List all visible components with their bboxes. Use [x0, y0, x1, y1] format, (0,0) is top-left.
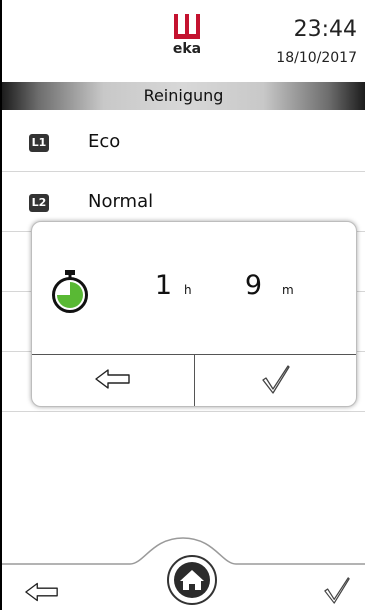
program-label: Normal: [88, 191, 154, 212]
page-title: Reinigung: [2, 82, 365, 110]
checkmark-icon: [323, 575, 351, 609]
back-button[interactable]: [24, 580, 60, 608]
dialog-confirm-button[interactable]: [194, 355, 356, 406]
home-icon: [166, 554, 218, 610]
arrow-left-icon: [94, 368, 132, 394]
confirm-button[interactable]: [320, 574, 354, 610]
minutes-unit: m: [282, 283, 294, 297]
program-badge: L2: [29, 194, 49, 212]
program-item-l1[interactable]: L1 Eco: [2, 112, 365, 172]
logo-text: eka: [172, 41, 202, 57]
checkmark-icon: [261, 364, 291, 398]
hours-value[interactable]: 1: [142, 270, 172, 302]
arrow-left-icon: [24, 581, 60, 607]
eka-logo: eka: [172, 14, 202, 64]
stopwatch-icon: [50, 269, 90, 313]
timer-dialog: 1 h 9 m: [31, 221, 357, 407]
dialog-footer: [32, 354, 356, 406]
minutes-value[interactable]: 9: [232, 270, 262, 302]
clock-date: 18/10/2017: [276, 50, 357, 66]
logo-mark: [174, 14, 200, 40]
program-badge: L1: [29, 134, 49, 152]
dialog-back-button[interactable]: [32, 355, 194, 406]
header: eka 23:44 18/10/2017: [2, 0, 365, 82]
bottom-nav: [2, 520, 365, 610]
home-button[interactable]: [166, 554, 218, 610]
app-screen: eka 23:44 18/10/2017 Reinigung L1 Eco L2…: [0, 0, 365, 610]
hours-unit: h: [184, 283, 192, 297]
clock-time: 23:44: [293, 17, 357, 42]
program-label: Eco: [88, 131, 121, 152]
timer-dialog-body: 1 h 9 m: [32, 222, 356, 354]
